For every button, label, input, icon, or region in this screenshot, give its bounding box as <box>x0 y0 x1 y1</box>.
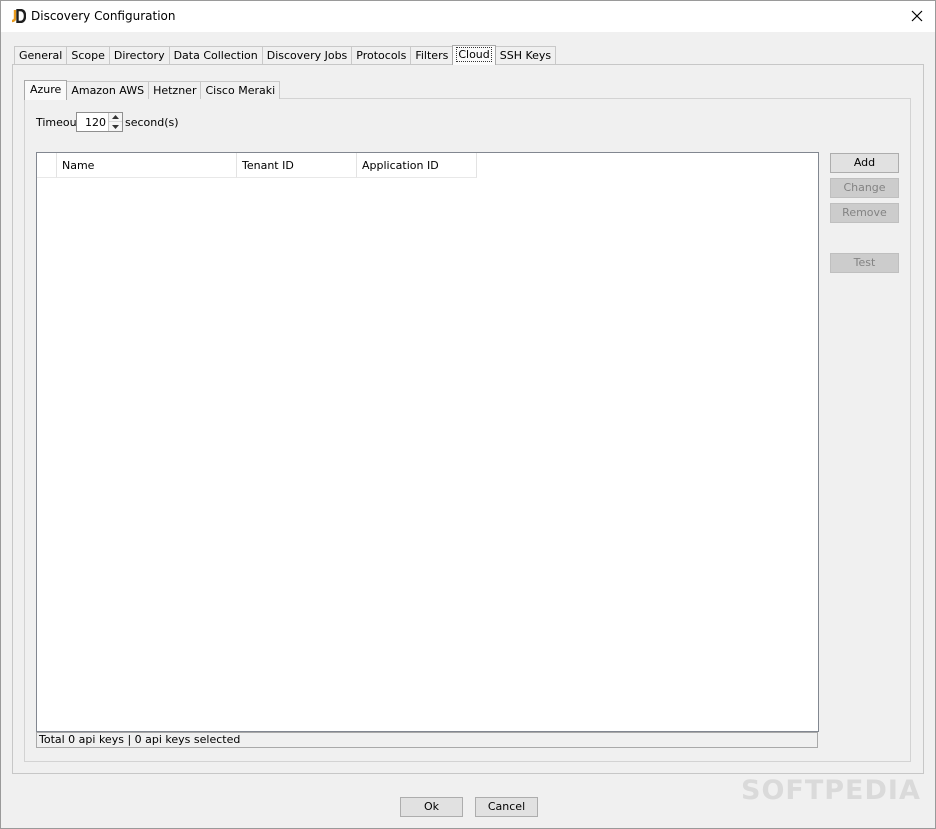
tab-label: Discovery Jobs <box>266 49 348 62</box>
window-title: Discovery Configuration <box>31 9 176 23</box>
tab-label: Scope <box>71 49 105 62</box>
spin-down-button[interactable] <box>109 122 122 131</box>
cancel-button[interactable]: Cancel <box>475 797 538 817</box>
timeout-label: Timeout <box>36 116 81 129</box>
tab-ssh-keys[interactable]: SSH Keys <box>494 46 557 64</box>
test-button[interactable]: Test <box>830 253 899 273</box>
column-header-name[interactable]: Name <box>57 153 237 178</box>
tab-label: Hetzner <box>153 84 197 97</box>
column-header-tenant-id[interactable]: Tenant ID <box>237 153 357 178</box>
discovery-configuration-window: Discovery Configuration General Scope Di… <box>0 0 936 829</box>
tab-azure[interactable]: Azure <box>24 80 68 100</box>
tab-directory[interactable]: Directory <box>108 46 170 64</box>
tab-scope[interactable]: Scope <box>66 46 110 64</box>
row-header-column <box>37 153 57 178</box>
close-button[interactable] <box>899 1 935 31</box>
tab-label: Protocols <box>356 49 407 62</box>
timeout-input[interactable] <box>77 113 109 131</box>
tab-label: Directory <box>113 49 165 62</box>
tab-label: Cloud <box>456 47 492 62</box>
tab-label: Amazon AWS <box>71 84 145 97</box>
change-button[interactable]: Change <box>830 178 899 198</box>
tab-label: Azure <box>30 83 62 96</box>
tab-label: General <box>19 49 63 62</box>
tab-label: Filters <box>415 49 449 62</box>
spinner-buttons <box>108 113 122 131</box>
timeout-unit-label: second(s) <box>125 116 179 129</box>
add-button[interactable]: Add <box>830 153 899 173</box>
close-icon <box>911 10 923 22</box>
inner-tab-bar: Azure Amazon AWS Hetzner Cisco Meraki <box>24 80 281 100</box>
title-bar: Discovery Configuration <box>1 1 935 32</box>
tab-label: SSH Keys <box>499 49 552 62</box>
timeout-spinner[interactable] <box>76 112 123 132</box>
tab-cloud[interactable]: Cloud <box>452 45 496 65</box>
tab-cisco-meraki[interactable]: Cisco Meraki <box>200 81 281 99</box>
tab-protocols[interactable]: Protocols <box>351 46 412 64</box>
spin-up-button[interactable] <box>109 113 122 122</box>
outer-tab-bar: General Scope Directory Data Collection … <box>14 45 557 65</box>
tab-discovery-jobs[interactable]: Discovery Jobs <box>261 46 353 64</box>
api-keys-table[interactable]: Name Tenant ID Application ID <box>36 152 819 732</box>
column-header-application-id[interactable]: Application ID <box>357 153 477 178</box>
ok-button[interactable]: Ok <box>400 797 463 817</box>
status-bar: Total 0 api keys | 0 api keys selected <box>36 732 818 748</box>
chevron-down-icon <box>112 124 119 129</box>
tab-label: Data Collection <box>173 49 258 62</box>
tab-amazon-aws[interactable]: Amazon AWS <box>66 81 150 99</box>
tab-label: Cisco Meraki <box>205 84 276 97</box>
remove-button[interactable]: Remove <box>830 203 899 223</box>
softpedia-watermark: SOFTPEDIA <box>741 775 921 806</box>
tab-general[interactable]: General <box>14 46 68 64</box>
tab-hetzner[interactable]: Hetzner <box>148 81 202 99</box>
tab-filters[interactable]: Filters <box>410 46 454 64</box>
jd-logo-icon <box>11 9 26 23</box>
chevron-up-icon <box>112 115 119 119</box>
tab-data-collection[interactable]: Data Collection <box>168 46 263 64</box>
table-header: Name Tenant ID Application ID <box>37 153 477 178</box>
